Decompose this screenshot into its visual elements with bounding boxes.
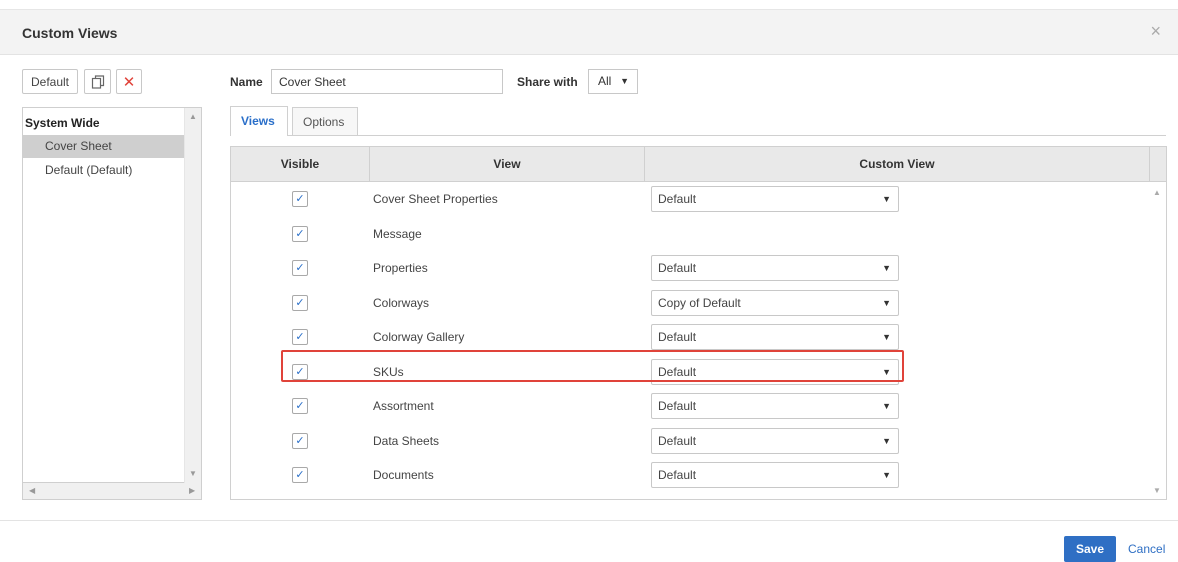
table-row: ✓ Message (231, 217, 1149, 252)
delete-button[interactable]: ✕ (116, 69, 142, 94)
view-name: Colorway Gallery (373, 330, 465, 344)
view-name: Data Sheets (373, 433, 440, 448)
table-row: ✓ Cover Sheet Properties Default ▼ (231, 182, 1149, 217)
views-grid: Visible View Custom View ✓ Cover Sheet Pr… (230, 146, 1167, 500)
check-icon: ✓ (295, 296, 305, 309)
caret-down-icon: ▼ (882, 435, 891, 446)
check-icon: ✓ (295, 365, 305, 378)
visible-checkbox[interactable]: ✓ (292, 225, 308, 242)
tab-divider (230, 135, 1166, 136)
scroll-left-icon[interactable]: ◀ (29, 486, 35, 495)
table-row: ✓ Assortment Default ▼ (231, 389, 1149, 424)
views-list: System Wide Cover Sheet Default (Default… (22, 107, 202, 484)
visible-checkbox[interactable]: ✓ (292, 329, 308, 345)
check-icon: ✓ (295, 193, 305, 205)
cancel-link[interactable]: Cancel (1128, 542, 1165, 556)
custom-view-value: Copy of Default (658, 295, 741, 310)
grid-vertical-scrollbar[interactable]: ▲ ▼ (1149, 182, 1166, 499)
scroll-down-icon[interactable]: ▼ (189, 469, 197, 478)
custom-view-value: Default (658, 330, 697, 344)
table-row: ✓ Documents Default ▼ (231, 458, 1149, 493)
top-edge (0, 0, 1178, 10)
save-button[interactable]: Save (1064, 536, 1116, 562)
table-row: ✓ Colorway Gallery Default ▼ (231, 320, 1149, 355)
list-vertical-scrollbar[interactable]: ▲ ▼ (184, 108, 201, 484)
table-row: ✓ Data Sheets Default ▼ (231, 424, 1149, 459)
custom-view-value: Default (658, 364, 697, 379)
custom-view-dropdown[interactable]: Default ▼ (651, 427, 899, 454)
name-label: Name (230, 75, 263, 89)
table-row: ✓ Properties Default ▼ (231, 251, 1149, 286)
visible-checkbox[interactable]: ✓ (292, 432, 308, 449)
check-icon: ✓ (295, 434, 305, 447)
custom-view-dropdown[interactable]: Default ▼ (651, 186, 899, 212)
check-icon: ✓ (295, 469, 305, 481)
view-name: Assortment (373, 399, 434, 413)
list-horizontal-scrollbar[interactable]: ◀ ▶ (22, 483, 202, 500)
custom-view-value: Default (658, 192, 697, 206)
caret-down-icon: ▼ (882, 470, 891, 480)
footer-divider (0, 520, 1178, 521)
view-name: SKUs (373, 364, 404, 379)
custom-view-value: Default (658, 433, 697, 448)
caret-down-icon: ▼ (882, 194, 891, 204)
check-icon: ✓ (295, 227, 305, 240)
caret-down-icon: ▼ (882, 366, 891, 377)
delete-icon: ✕ (122, 73, 136, 91)
view-name: Cover Sheet Properties (373, 192, 498, 206)
check-icon: ✓ (295, 400, 305, 412)
check-icon: ✓ (295, 262, 305, 274)
visible-checkbox[interactable]: ✓ (292, 467, 308, 483)
caret-down-icon: ▼ (620, 76, 629, 86)
copy-icon (91, 74, 104, 89)
scroll-up-icon[interactable]: ▲ (189, 112, 197, 121)
check-icon: ✓ (295, 331, 305, 343)
share-with-select[interactable]: All ▼ (588, 69, 638, 94)
dialog-title: Custom Views (22, 25, 118, 41)
caret-down-icon: ▼ (882, 332, 891, 342)
custom-view-dropdown[interactable]: Default ▼ (651, 393, 899, 419)
visible-checkbox[interactable]: ✓ (292, 294, 308, 311)
custom-view-value: Default (658, 468, 697, 482)
custom-view-dropdown[interactable]: Default ▼ (651, 324, 899, 350)
table-row: ✓ Colorways Copy of Default ▼ (231, 286, 1149, 321)
column-header-custom-view[interactable]: Custom View (645, 147, 1150, 182)
view-name: Properties (373, 261, 428, 275)
column-header-visible[interactable]: Visible (231, 147, 370, 182)
copy-button[interactable] (84, 69, 111, 94)
caret-down-icon: ▼ (882, 263, 891, 273)
share-with-value: All (598, 74, 612, 88)
tab-views[interactable]: Views (230, 106, 288, 136)
caret-down-icon: ▼ (882, 297, 891, 308)
custom-view-value: Default (658, 261, 697, 275)
visible-checkbox[interactable]: ✓ (292, 191, 308, 207)
scroll-down-icon[interactable]: ▼ (1153, 486, 1161, 495)
visible-checkbox[interactable]: ✓ (292, 260, 308, 276)
dialog-header: Custom Views × (0, 10, 1178, 55)
close-icon[interactable]: × (1150, 21, 1161, 41)
list-item-default[interactable]: Default (Default) (23, 159, 202, 182)
view-name: Message (373, 226, 422, 241)
custom-view-dropdown[interactable]: Default ▼ (651, 358, 899, 385)
custom-view-dropdown[interactable]: Default ▼ (651, 462, 899, 488)
column-header-view[interactable]: View (370, 147, 645, 182)
caret-down-icon: ▼ (882, 401, 891, 411)
custom-view-dropdown[interactable]: Copy of Default ▼ (651, 289, 899, 316)
scroll-up-icon[interactable]: ▲ (1153, 188, 1161, 197)
table-row: ✓ SKUs Default ▼ (231, 355, 1149, 390)
default-button[interactable]: Default (22, 69, 78, 94)
custom-view-value: Default (658, 399, 697, 413)
list-item-cover-sheet[interactable]: Cover Sheet (23, 135, 202, 158)
tab-options[interactable]: Options (292, 107, 358, 135)
custom-view-dropdown[interactable]: Default ▼ (651, 255, 899, 281)
view-name: Documents (373, 468, 434, 482)
group-label-system-wide: System Wide (25, 116, 100, 130)
grid-header: Visible View Custom View (231, 147, 1166, 182)
name-input[interactable] (271, 69, 503, 94)
share-with-label: Share with (517, 75, 578, 89)
scroll-right-icon[interactable]: ▶ (189, 486, 195, 495)
visible-checkbox[interactable]: ✓ (292, 363, 308, 380)
visible-checkbox[interactable]: ✓ (292, 398, 308, 414)
view-name: Colorways (373, 295, 430, 310)
